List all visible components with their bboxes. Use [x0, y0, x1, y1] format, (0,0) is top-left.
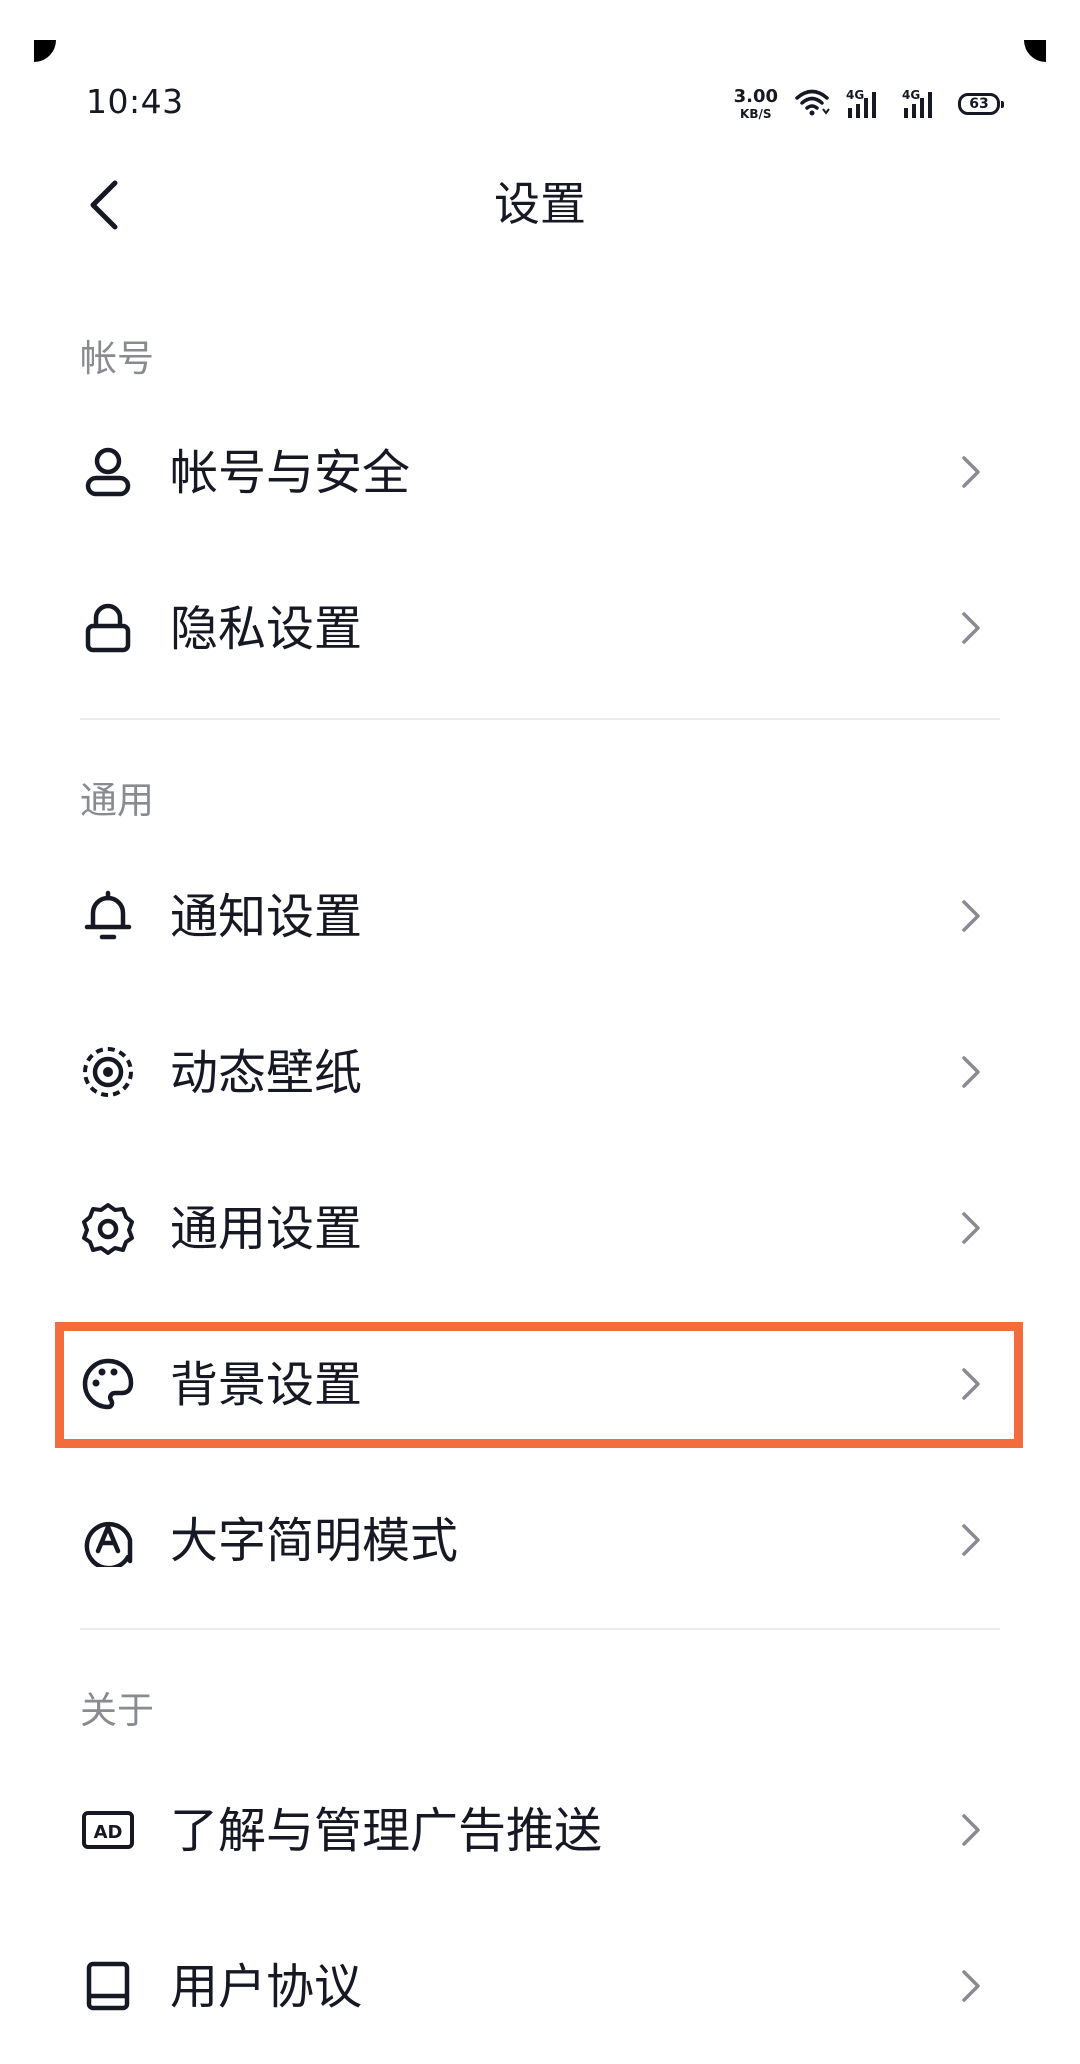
status-time: 10:43 [86, 82, 184, 121]
settings-item-notifications[interactable]: 通知设置 [58, 838, 1022, 994]
settings-item-general[interactable]: 通用设置 [58, 1150, 1022, 1306]
wifi-icon [794, 87, 830, 121]
chevron-right-icon [962, 1814, 980, 1846]
settings-item-label: 背景设置 [170, 1357, 363, 1413]
screen-corner-left [34, 40, 56, 62]
screen-corner-right [1024, 40, 1046, 62]
settings-item-label: 用户协议 [170, 1959, 363, 2015]
page-title: 设置 [494, 177, 586, 231]
chevron-right-icon [962, 1212, 980, 1244]
network-speed-value: 3.00 [733, 86, 778, 107]
settings-item-label: 帐号与安全 [170, 445, 411, 501]
chevron-right-icon [962, 1056, 980, 1088]
cell-signal-2: 4G [902, 88, 942, 120]
chevron-right-icon [962, 1524, 980, 1556]
settings-item-live-wallpaper[interactable]: 动态壁纸 [58, 994, 1022, 1150]
settings-item-large-font-mode[interactable]: 大字简明模式 [58, 1462, 1022, 1618]
network-speed-unit: KB/S [740, 107, 772, 121]
settings-item-ad-management[interactable]: AD 了解与管理广告推送 [58, 1752, 1022, 1908]
settings-item-background[interactable]: 背景设置 [58, 1306, 1022, 1462]
settings-item-label: 动态壁纸 [170, 1045, 363, 1101]
bell-icon [78, 886, 138, 946]
ad-icon: AD [78, 1800, 138, 1860]
section-header-account: 帐号 [80, 337, 154, 380]
section-divider [80, 718, 1000, 720]
chevron-right-icon [962, 612, 980, 644]
nav-bar: 设置 [0, 150, 1080, 260]
status-icons: 3.00 KB/S 4G 4G 63 [733, 84, 1004, 124]
section-divider [80, 1628, 1000, 1630]
user-icon [78, 442, 138, 502]
gear-icon [78, 1198, 138, 1258]
section-header-general: 通用 [80, 779, 154, 822]
settings-item-label: 了解与管理广告推送 [170, 1803, 603, 1859]
settings-item-privacy[interactable]: 隐私设置 [58, 550, 1022, 706]
live-wallpaper-icon [78, 1042, 138, 1102]
settings-item-user-agreement[interactable]: 用户协议 [58, 1908, 1022, 2064]
settings-item-label: 大字简明模式 [170, 1513, 459, 1569]
chevron-right-icon [962, 900, 980, 932]
svg-text:AD: AD [94, 1822, 123, 1843]
chevron-right-icon [962, 1368, 980, 1400]
chevron-right-icon [962, 456, 980, 488]
lock-icon [78, 598, 138, 658]
network-speed: 3.00 KB/S [733, 86, 778, 121]
battery-indicator: 63 [958, 93, 1004, 115]
settings-item-label: 隐私设置 [170, 601, 363, 657]
cell-signal-2-label: 4G [902, 88, 921, 102]
section-header-about: 关于 [80, 1689, 154, 1732]
settings-item-account-security[interactable]: 帐号与安全 [58, 394, 1022, 550]
settings-item-label: 通知设置 [170, 889, 363, 945]
palette-icon [78, 1354, 138, 1414]
book-icon [78, 1956, 138, 2016]
cell-signal-1: 4G [846, 88, 886, 120]
status-bar: 10:43 3.00 KB/S 4G 4G 63 [0, 0, 1080, 150]
settings-item-label: 通用设置 [170, 1201, 363, 1257]
chevron-right-icon [962, 1970, 980, 2002]
cell-signal-1-label: 4G [846, 88, 865, 102]
large-font-icon [78, 1510, 138, 1570]
